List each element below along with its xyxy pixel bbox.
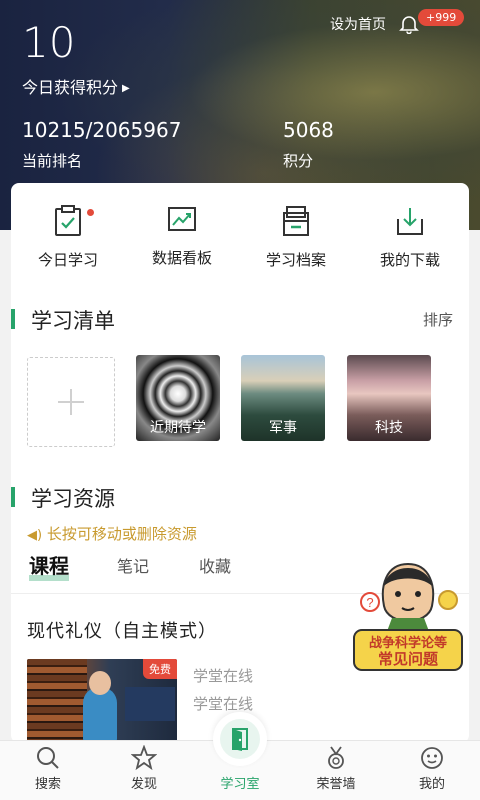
star-icon: [131, 745, 157, 771]
set-homepage-button[interactable]: 设为首页: [330, 14, 386, 34]
rank-label: 当前排名: [22, 152, 83, 170]
tile-label: 近期待学: [150, 420, 206, 436]
quick-action-data-board[interactable]: 数据看板: [125, 205, 239, 268]
quick-action-label: 学习档案: [265, 251, 326, 269]
study-list-tile-military[interactable]: 军事: [241, 355, 325, 441]
presenter-head-graphic: [89, 671, 111, 695]
tile-label: 科技: [375, 420, 403, 436]
unread-dot: [87, 209, 94, 216]
faq-sticker-line2: 常见问题: [378, 650, 439, 668]
tab-notes[interactable]: 笔记: [117, 553, 149, 577]
resources-tip-text: 长按可移动或删除资源: [46, 525, 197, 543]
medal-icon: [328, 746, 344, 769]
nav-search[interactable]: 搜索: [0, 745, 96, 792]
total-points-value: 5068: [283, 118, 334, 142]
nav-profile[interactable]: 我的: [384, 745, 480, 792]
quick-action-today-study[interactable]: 今日学习: [11, 205, 125, 270]
nav-label: 荣誉墙: [316, 777, 356, 792]
today-points-label: 今日获得积分: [22, 78, 119, 97]
course-thumbnail[interactable]: 免费: [27, 659, 177, 743]
nav-discover[interactable]: 发现: [96, 745, 192, 792]
free-badge: 免费: [143, 659, 177, 679]
today-points-link[interactable]: 今日获得积分 ▶: [22, 74, 130, 98]
study-list-tiles: 近期待学 军事 科技: [27, 355, 457, 447]
course-source-secondary: 学堂在线: [193, 695, 254, 713]
caret-right-icon: ▶: [122, 83, 130, 94]
notification-badge: +999: [418, 9, 465, 26]
nav-label: 学习室: [220, 777, 260, 792]
course-title[interactable]: 现代礼仪（自主模式）: [27, 617, 217, 643]
resources-title-text: 学习资源: [31, 487, 115, 511]
download-tray-icon: [397, 208, 423, 235]
section-accent-bar: [11, 309, 15, 329]
quick-action-study-archive[interactable]: 学习档案: [239, 205, 353, 270]
quick-action-label: 今日学习: [37, 251, 98, 269]
quick-actions: 今日学习 数据看板 学习档案 我的下载: [11, 205, 469, 275]
study-room-center-circle: [220, 719, 260, 759]
quick-action-label: 数据看板: [151, 249, 212, 267]
nav-label: 搜索: [34, 777, 61, 792]
section-accent-bar: [11, 487, 15, 507]
faq-sticker-button[interactable]: ? 战争科学论等 常见问题: [348, 556, 468, 676]
bell-icon[interactable]: [398, 14, 420, 34]
add-study-list-button[interactable]: [27, 357, 115, 447]
course-source: 学堂在线: [193, 667, 254, 685]
study-list-tile-recent[interactable]: 近期待学: [136, 355, 220, 441]
nav-label: 发现: [130, 777, 157, 792]
door-icon: [232, 728, 248, 751]
tab-favorites[interactable]: 收藏: [199, 553, 231, 577]
presenter-graphic: [83, 687, 117, 743]
speaker-icon: ◀): [27, 528, 43, 543]
folder-archive-icon: [283, 206, 309, 236]
study-list-title-text: 学习清单: [31, 309, 115, 333]
nav-study-room[interactable]: 学习室: [192, 771, 288, 792]
search-icon: [37, 747, 59, 769]
total-points-label: 积分: [283, 152, 314, 170]
today-points-value: 10: [22, 18, 76, 67]
profile-icon: [421, 747, 443, 769]
clipboard-check-icon: [55, 205, 81, 236]
nav-honor-wall[interactable]: 荣誉墙: [288, 745, 384, 792]
study-list-tile-technology[interactable]: 科技: [347, 355, 431, 441]
nav-label: 我的: [418, 777, 445, 792]
rank-value: 10215/2065967: [22, 118, 182, 142]
plus-icon: [58, 389, 84, 415]
study-room-center-button[interactable]: [213, 712, 267, 766]
quick-action-label: 我的下载: [379, 251, 440, 269]
study-list-title: 学习清单: [11, 305, 115, 335]
svg-text:?: ?: [366, 595, 373, 610]
bookshelf-graphic: [27, 659, 87, 743]
sort-button[interactable]: 排序: [423, 309, 453, 330]
chart-board-icon: [168, 207, 196, 231]
tab-courses[interactable]: 课程: [29, 550, 69, 581]
resources-title: 学习资源: [11, 483, 115, 513]
quick-action-my-downloads[interactable]: 我的下载: [353, 205, 467, 270]
slide-screen-graphic: [125, 687, 175, 721]
tile-label: 军事: [269, 420, 297, 436]
resources-tip: ◀) 长按可移动或删除资源: [27, 523, 197, 544]
faq-sticker-line1: 战争科学论等: [369, 635, 447, 651]
